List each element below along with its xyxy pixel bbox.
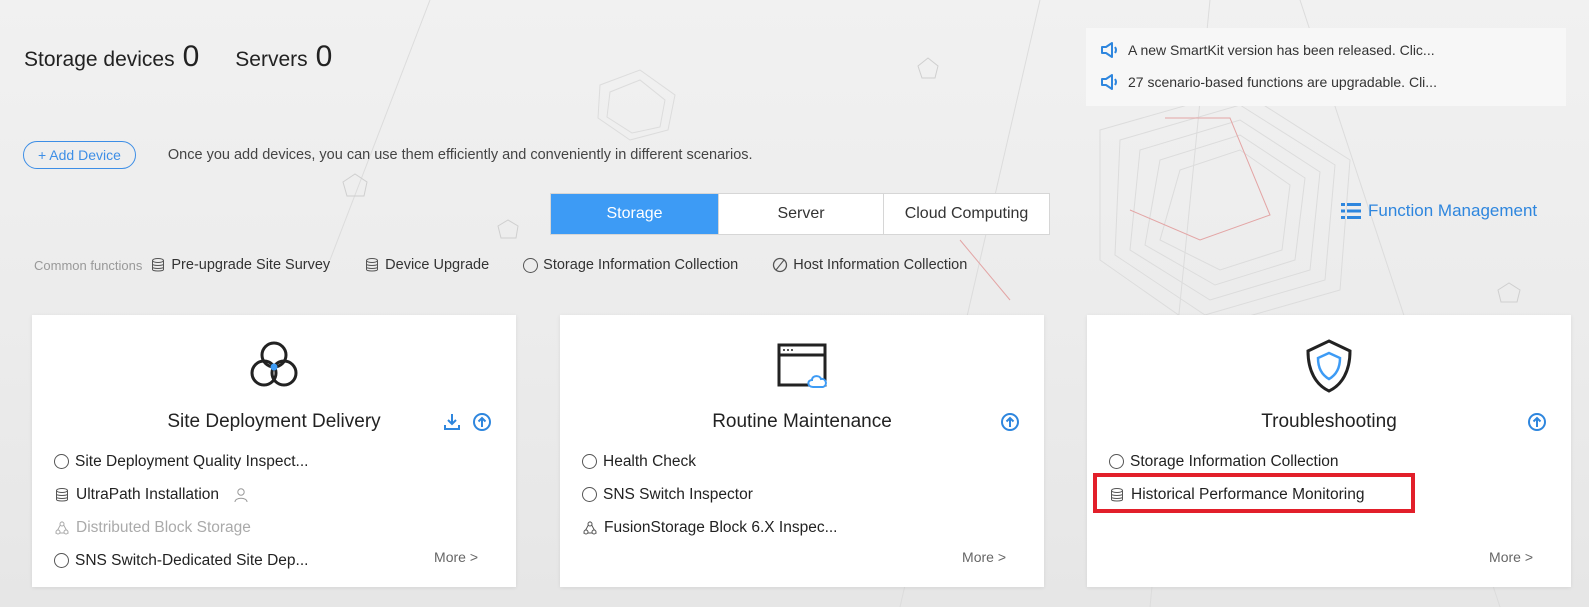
list-item-label: Distributed Block Storage xyxy=(76,518,251,536)
card-routine-maintenance: Routine Maintenance Health Check SNS Swi… xyxy=(560,315,1044,587)
more-link[interactable]: More > xyxy=(1489,549,1533,565)
cluster-icon xyxy=(55,520,69,534)
notice-text: 27 scenario-based functions are upgradab… xyxy=(1128,74,1437,90)
add-device-row: + Add Device Once you add devices, you c… xyxy=(23,141,753,169)
common-functions: Common functions Pre-upgrade Site Survey… xyxy=(34,257,1001,273)
card-actions xyxy=(442,412,492,432)
circle-icon xyxy=(582,487,597,502)
common-functions-label: Common functions xyxy=(34,257,143,273)
speaker-icon xyxy=(1101,74,1117,90)
shield-icon xyxy=(1306,339,1352,393)
common-function-label: Pre-upgrade Site Survey xyxy=(171,257,331,273)
card-function-list: Storage Information Collection Historica… xyxy=(1109,445,1549,511)
servers-label: Servers xyxy=(235,48,308,71)
list-item[interactable]: Health Check xyxy=(582,445,1022,478)
hexagon-cluster-icon xyxy=(250,341,298,387)
card-title: Routine Maintenance xyxy=(712,411,892,432)
card-site-deployment-delivery: Site Deployment Delivery Site Deployment… xyxy=(32,315,516,587)
tab-storage[interactable]: Storage xyxy=(551,194,718,234)
tab-cloud-computing[interactable]: Cloud Computing xyxy=(883,194,1049,234)
circle-icon xyxy=(582,454,597,469)
notice-new-version[interactable]: A new SmartKit version has been released… xyxy=(1100,34,1552,66)
list-item-label: SNS Switch-Dedicated Site Dep... xyxy=(75,551,309,569)
database-icon xyxy=(56,487,68,501)
list-item[interactable]: SNS Switch Inspector xyxy=(582,478,1022,511)
list-item-label: FusionStorage Block 6.X Inspec... xyxy=(604,518,838,536)
common-function-storage-information-collection[interactable]: Storage Information Collection xyxy=(523,257,738,273)
more-link[interactable]: More > xyxy=(962,549,1006,565)
add-device-button[interactable]: + Add Device xyxy=(23,141,136,169)
circle-icon xyxy=(523,257,539,273)
common-function-label: Storage Information Collection xyxy=(543,257,739,273)
card-title: Troubleshooting xyxy=(1261,411,1397,432)
storage-devices-label: Storage devices xyxy=(24,48,175,71)
smartkit-home: Storage devices 0 Servers 0 A new SmartK… xyxy=(0,0,1589,607)
speaker-icon xyxy=(1101,42,1117,58)
device-counts: Storage devices 0 Servers 0 xyxy=(24,40,332,74)
list-item[interactable]: Site Deployment Quality Inspect... xyxy=(54,445,494,478)
database-icon xyxy=(1111,487,1123,501)
card-actions xyxy=(1000,412,1020,432)
circle-icon xyxy=(1109,454,1124,469)
download-icon[interactable] xyxy=(442,412,462,432)
list-item[interactable]: FusionStorage Block 6.X Inspec... xyxy=(582,511,1022,544)
user-icon xyxy=(234,487,248,502)
storage-devices-value[interactable]: 0 xyxy=(183,40,200,74)
add-device-hint: Once you add devices, you can use them e… xyxy=(167,147,753,163)
function-management-link[interactable]: Function Management xyxy=(1340,201,1537,221)
list-item-label: Historical Performance Monitoring xyxy=(1131,485,1365,503)
list-item-label: Site Deployment Quality Inspect... xyxy=(75,452,309,470)
common-function-device-upgrade[interactable]: Device Upgrade xyxy=(364,257,489,273)
upgrade-icon[interactable] xyxy=(472,412,492,432)
card-function-list: Site Deployment Quality Inspect... Ultra… xyxy=(54,445,494,577)
notice-upgradable[interactable]: 27 scenario-based functions are upgradab… xyxy=(1100,66,1552,98)
servers-value[interactable]: 0 xyxy=(316,40,333,74)
list-icon xyxy=(1341,203,1361,219)
circle-icon xyxy=(54,553,69,568)
database-icon xyxy=(152,258,165,272)
servers-count: Servers 0 xyxy=(235,40,332,74)
card-function-list: Health Check SNS Switch Inspector Fusion… xyxy=(582,445,1022,544)
common-function-label: Host Information Collection xyxy=(793,257,968,273)
cluster-icon xyxy=(583,520,597,534)
common-function-label: Device Upgrade xyxy=(385,257,490,273)
notices-panel: A new SmartKit version has been released… xyxy=(1086,28,1566,106)
window-cloud-icon xyxy=(777,343,827,388)
list-item-label: Health Check xyxy=(603,452,697,470)
list-item-historical-performance-monitoring[interactable]: Historical Performance Monitoring xyxy=(1109,478,1549,511)
database-icon xyxy=(366,258,379,272)
list-item[interactable]: Storage Information Collection xyxy=(1109,445,1549,478)
card-troubleshooting: Troubleshooting Storage Information Coll… xyxy=(1087,315,1571,587)
category-tabs: Storage Server Cloud Computing xyxy=(550,193,1050,235)
common-function-host-information-collection[interactable]: Host Information Collection xyxy=(772,257,967,273)
list-item[interactable]: Distributed Block Storage xyxy=(54,511,494,544)
circle-icon xyxy=(54,454,69,469)
list-item-label: Storage Information Collection xyxy=(1130,452,1339,470)
common-function-pre-upgrade-site-survey[interactable]: Pre-upgrade Site Survey xyxy=(150,257,330,273)
tab-server[interactable]: Server xyxy=(718,194,883,234)
list-item[interactable]: SNS Switch-Dedicated Site Dep... xyxy=(54,544,494,577)
upgrade-icon[interactable] xyxy=(1527,412,1547,432)
circle-slash-icon xyxy=(773,257,788,273)
list-item[interactable]: UltraPath Installation xyxy=(54,478,494,511)
card-actions xyxy=(1527,412,1547,432)
list-item-label: UltraPath Installation xyxy=(76,485,220,503)
list-item-label: SNS Switch Inspector xyxy=(603,485,753,503)
upgrade-icon[interactable] xyxy=(1000,412,1020,432)
more-link[interactable]: More > xyxy=(434,549,478,565)
function-management-label: Function Management xyxy=(1368,201,1538,220)
storage-count: Storage devices 0 xyxy=(24,40,199,74)
notice-text: A new SmartKit version has been released… xyxy=(1128,42,1435,58)
